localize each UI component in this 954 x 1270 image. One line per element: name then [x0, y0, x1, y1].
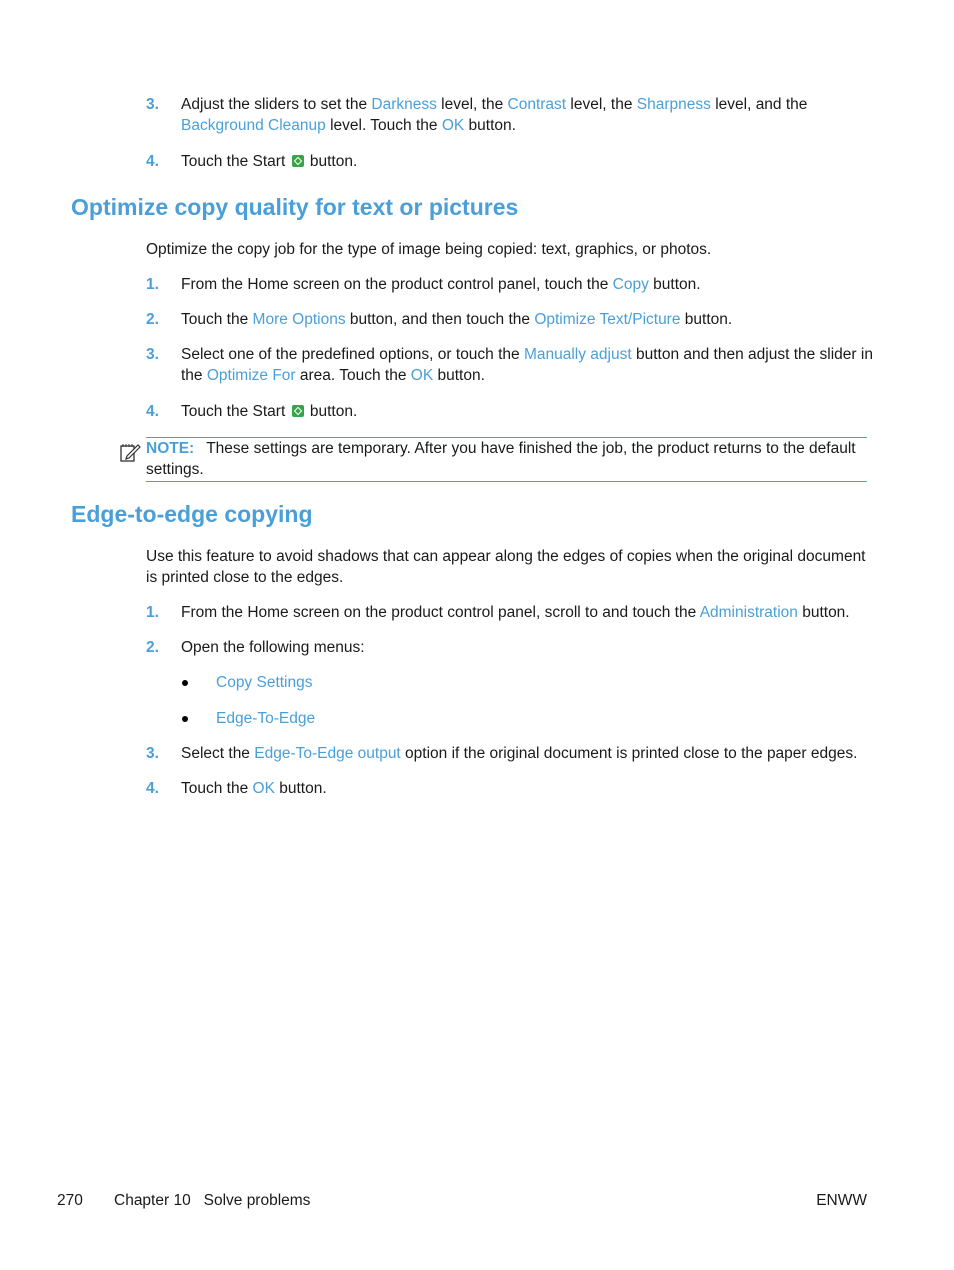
text-run: level, and the [710, 96, 808, 113]
step-text: From the Home screen on the product cont… [181, 274, 876, 295]
section-intro: Optimize the copy job for the type of im… [146, 241, 712, 258]
ui-term: OK [252, 780, 275, 797]
step-1: 1. From the Home screen on the product c… [146, 274, 876, 295]
text-run: level, the [566, 96, 637, 113]
text-run: From the Home screen on the product cont… [181, 276, 613, 293]
text-run: button. [648, 276, 701, 293]
step-number: 1. [146, 276, 159, 293]
step-text: Select the Edge-To-Edge output option if… [181, 743, 876, 764]
note-label: NOTE: [146, 440, 195, 457]
text-run: button. [797, 604, 850, 621]
step-2: 2. Open the following menus: [146, 637, 876, 658]
section-heading-optimize: Optimize copy quality for text or pictur… [71, 194, 519, 220]
text-run: area. Touch the [295, 367, 411, 384]
step-number: 3. [146, 96, 159, 113]
text-run: Touch the [181, 311, 253, 328]
text-run: Select the [181, 745, 255, 762]
text-run: level, the [436, 96, 508, 113]
menu-name: Edge-To-Edge [216, 710, 316, 727]
step-number: 4. [146, 780, 159, 797]
text-run: button. [274, 780, 327, 797]
step-text: Adjust the sliders to set the Darkness l… [181, 94, 876, 136]
step-number: 2. [146, 311, 159, 328]
section-heading-edge-to-edge: Edge-to-edge copying [71, 501, 313, 527]
menu-item-copy-settings: Copy Settings [182, 672, 313, 693]
chapter-title: Chapter 10 Solve problems [114, 1192, 311, 1209]
step-2: 2. Touch the More Options button, and th… [146, 309, 876, 330]
text-run: Select one of the predefined options, or… [181, 346, 524, 363]
step-text-after: button. [305, 403, 358, 420]
step-3-adjust-sliders: 3. Adjust the sliders to set the Darknes… [146, 94, 876, 136]
step-text-after: button. [305, 153, 358, 170]
bullet-icon [182, 716, 188, 722]
start-button-icon [291, 405, 304, 417]
ui-term: Optimize For [206, 367, 296, 384]
step-text: Select one of the predefined options, or… [181, 344, 876, 386]
note-text: These settings are temporary. After you … [146, 440, 856, 478]
bullet-icon [182, 680, 188, 686]
ui-term: Copy [612, 276, 649, 293]
ui-term: OK [441, 117, 465, 134]
ui-term: Optimize Text/Picture [534, 311, 681, 328]
text-run: From the Home screen on the product cont… [181, 604, 700, 621]
ui-term: Sharpness [636, 96, 711, 113]
step-4: 4. Touch the OK button. [146, 778, 876, 799]
step-number: 3. [146, 346, 159, 363]
footer-locale: ENWW [816, 1192, 867, 1209]
text-run: Adjust the sliders to set the [181, 96, 372, 113]
step-1: 1. From the Home screen on the product c… [146, 602, 876, 623]
step-text: Touch the More Options button, and then … [181, 309, 876, 330]
menu-name: Copy Settings [216, 674, 313, 691]
text-run: button. [433, 367, 485, 384]
step-text: Open the following menus: [181, 637, 876, 658]
ui-term: Darkness [371, 96, 437, 113]
ui-term: Administration [699, 604, 798, 621]
text-run: button, and then touch the [345, 311, 535, 328]
section-intro: Use this feature to avoid shadows that c… [146, 548, 866, 586]
ui-term: OK [410, 367, 434, 384]
ui-term: Contrast [507, 96, 567, 113]
ui-term: Background Cleanup [181, 117, 326, 134]
step-text: Touch the Start button. [181, 401, 876, 422]
page-number: 270 [57, 1192, 83, 1209]
step-3: 3. Select the Edge-To-Edge output option… [146, 743, 876, 764]
start-button-icon [291, 155, 304, 167]
step-number: 4. [146, 403, 159, 420]
step-number: 3. [146, 745, 159, 762]
note-icon [120, 444, 141, 462]
ui-term: Manually adjust [523, 346, 632, 363]
ui-term: Edge-To-Edge output [254, 745, 401, 762]
text-run: level. Touch the [325, 117, 442, 134]
step-number: 4. [146, 153, 159, 170]
step-3: 3. Select one of the predefined options,… [146, 344, 876, 386]
step-4-touch-start: 4. Touch the Start button. [146, 151, 876, 172]
text-run: button. [680, 311, 733, 328]
step-text: Touch the OK button. [181, 778, 876, 799]
menu-item-edge-to-edge: Edge-To-Edge [182, 708, 315, 729]
ui-term: More Options [252, 311, 346, 328]
step-text: From the Home screen on the product cont… [181, 602, 876, 623]
step-4: 4. Touch the Start button. [146, 401, 876, 422]
step-text-before: Touch the Start [181, 403, 290, 420]
step-number: 2. [146, 639, 159, 656]
step-text: Touch the Start button. [181, 151, 876, 172]
note-box: NOTE: These settings are temporary. After… [146, 437, 867, 482]
text-run: option if the original document is print… [400, 745, 858, 762]
step-number: 1. [146, 604, 159, 621]
text-run: Touch the [181, 780, 253, 797]
step-text-before: Touch the Start [181, 153, 290, 170]
text-run: button. [464, 117, 516, 134]
text-run: Open the following menus: [181, 639, 365, 656]
